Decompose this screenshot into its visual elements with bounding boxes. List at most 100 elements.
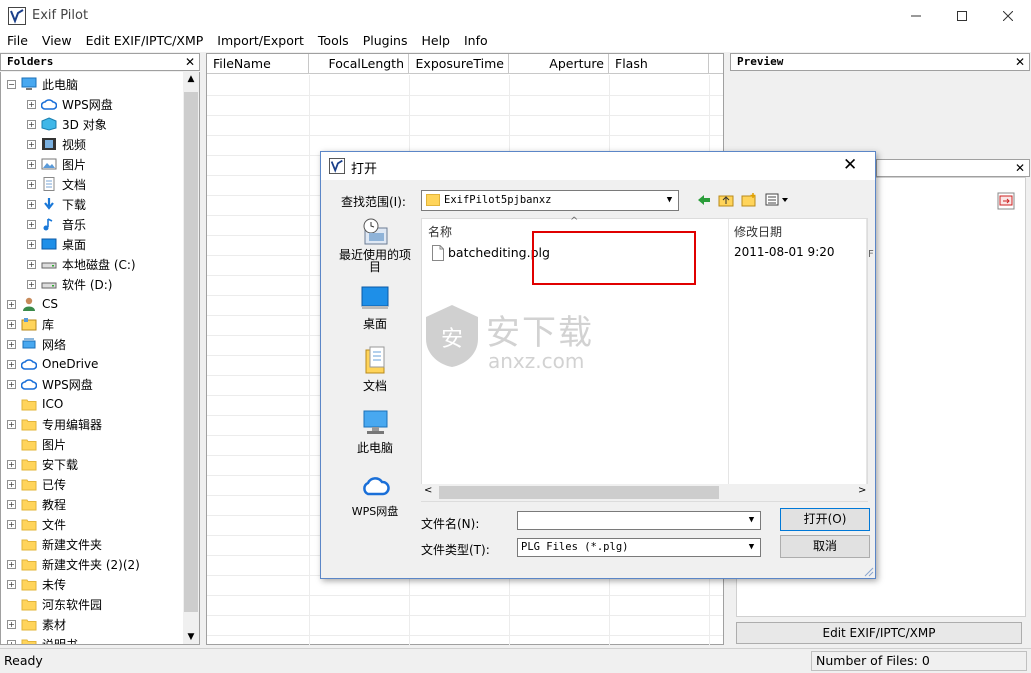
expand-icon[interactable]: + [7, 579, 16, 589]
tree-item[interactable]: + 已传 [7, 474, 66, 494]
column-exposuretime[interactable]: ExposureTime [409, 54, 509, 74]
column-aperture[interactable]: Aperture [509, 54, 609, 74]
preview-close-icon[interactable]: ✕ [1015, 54, 1025, 70]
edit-exif-button[interactable]: Edit EXIF/IPTC/XMP [736, 622, 1022, 644]
tree-item[interactable]: + 素材 [7, 614, 66, 634]
menu-plugins[interactable]: Plugins [356, 32, 415, 52]
tree-item[interactable]: + 文件 [7, 514, 66, 534]
dialog-close-icon[interactable]: ✕ [843, 155, 857, 175]
tree-item[interactable]: + 教程 [7, 494, 66, 514]
menu-view[interactable]: View [35, 32, 79, 52]
menu-edit-exif[interactable]: Edit EXIF/IPTC/XMP [79, 32, 211, 52]
look-in-dropdown[interactable]: ExifPilot5pjbanxz ▼ [421, 190, 679, 211]
chevron-down-icon[interactable]: ▼ [743, 539, 760, 556]
new-folder-icon[interactable] [741, 192, 757, 207]
menu-info[interactable]: Info [457, 32, 495, 52]
filetype-select[interactable]: PLG Files (*.plg) ▼ [517, 538, 761, 557]
filename-input[interactable]: ▼ [517, 511, 761, 530]
place-wps[interactable]: WPS网盘 [329, 472, 421, 519]
expand-icon[interactable]: + [7, 379, 16, 389]
tree-item[interactable]: + 文档 [27, 174, 86, 194]
chevron-down-icon[interactable]: ▼ [661, 191, 678, 210]
expand-icon[interactable]: + [27, 119, 36, 129]
menu-file[interactable]: File [0, 32, 35, 52]
tree-item[interactable]: + 下载 [27, 194, 86, 214]
tree-item[interactable]: + 图片 [27, 154, 86, 174]
tree-item[interactable]: + 新建文件夹 (2)(2) [7, 554, 140, 574]
scroll-down-icon[interactable]: ▼ [183, 630, 199, 644]
expand-icon[interactable]: + [7, 639, 16, 644]
folders-pane-close-icon[interactable]: ✕ [185, 54, 195, 70]
menu-help[interactable]: Help [414, 32, 457, 52]
tree-item[interactable]: + 本地磁盘 (C:) [27, 254, 136, 274]
menu-import-export[interactable]: Import/Export [210, 32, 311, 52]
column-flash[interactable]: Flash [609, 54, 709, 74]
expand-icon[interactable]: + [27, 179, 36, 189]
expand-icon[interactable]: + [7, 479, 16, 489]
scroll-up-icon[interactable]: ▲ [183, 72, 199, 86]
dialog-hscroll-thumb[interactable] [439, 486, 719, 499]
tag-pane-close-icon[interactable]: ✕ [1015, 160, 1025, 176]
tree-item[interactable]: 河东软件园 [7, 594, 102, 614]
column-focallength[interactable]: FocalLength [309, 54, 409, 74]
expand-icon[interactable]: + [7, 499, 16, 509]
tree-item[interactable]: + 视频 [27, 134, 86, 154]
expand-icon[interactable]: + [27, 219, 36, 229]
tree-item[interactable]: ICO [7, 394, 63, 414]
cancel-button[interactable]: 取消 [780, 535, 870, 558]
column-filename[interactable]: FileName [207, 54, 309, 74]
expand-icon[interactable]: + [7, 339, 16, 349]
expand-icon[interactable]: + [7, 519, 16, 529]
tree-item[interactable]: + 未传 [7, 574, 66, 594]
tree-item[interactable]: + 桌面 [27, 234, 86, 254]
folder-tree[interactable]: − 此电脑 + WPS网盘 +3D 对象 + 视频 + 图片 + 文档 + 下载 + 音乐 + 桌面 + 本地磁盘 … [0, 72, 200, 645]
view-menu-icon[interactable] [765, 193, 793, 207]
up-folder-icon[interactable] [718, 192, 734, 207]
menu-tools[interactable]: Tools [311, 32, 356, 52]
dialog-file-list[interactable]: ^ 名称 修改日期 batchediting.plg 2011-08-01 9:… [421, 216, 874, 502]
tree-item[interactable]: + WPS网盘 [7, 374, 93, 394]
expand-icon[interactable]: + [7, 559, 16, 569]
collapse-icon[interactable]: − [7, 79, 16, 89]
expand-icon[interactable]: + [7, 319, 16, 329]
close-button[interactable] [985, 0, 1031, 32]
column-name[interactable]: 名称 [428, 223, 452, 240]
tree-item[interactable]: + 安下载 [7, 454, 78, 474]
folder-tree-scroll-thumb[interactable] [184, 92, 198, 612]
place-desktop[interactable]: 桌面 [329, 284, 421, 332]
tree-item[interactable]: 新建文件夹 [7, 534, 102, 554]
tree-item[interactable]: + 网络 [7, 334, 66, 354]
resize-grip-icon[interactable] [862, 565, 874, 577]
tree-item[interactable]: + 库 [7, 314, 54, 334]
place-recent[interactable]: 最近使用的项目 [329, 218, 421, 274]
expand-icon[interactable]: + [27, 199, 36, 209]
expand-icon[interactable]: + [27, 159, 36, 169]
place-documents[interactable]: 文档 [329, 346, 421, 394]
expand-icon[interactable]: + [7, 619, 16, 629]
tree-item[interactable]: 图片 [7, 434, 66, 454]
minimize-button[interactable] [893, 0, 939, 32]
tree-item[interactable]: + 说明书 [7, 634, 78, 644]
scroll-left-icon[interactable]: < [424, 485, 432, 496]
expand-icon[interactable]: + [7, 359, 16, 369]
export-icon[interactable] [997, 192, 1015, 210]
column-date[interactable]: 修改日期 [734, 223, 782, 240]
tree-item[interactable]: + OneDrive [7, 354, 98, 374]
expand-icon[interactable]: + [27, 139, 36, 149]
scroll-right-icon[interactable]: > [858, 485, 866, 496]
back-icon[interactable] [697, 194, 711, 206]
expand-icon[interactable]: + [27, 99, 36, 109]
expand-icon[interactable]: + [27, 259, 36, 269]
tree-item[interactable]: +3D 对象 [27, 114, 107, 134]
tree-item[interactable]: + 音乐 [27, 214, 86, 234]
expand-icon[interactable]: + [27, 279, 36, 289]
expand-icon[interactable]: + [7, 459, 16, 469]
tree-item[interactable]: + WPS网盘 [27, 94, 113, 114]
expand-icon[interactable]: + [7, 419, 16, 429]
tree-item[interactable]: + 软件 (D:) [27, 274, 112, 294]
expand-icon[interactable]: + [27, 239, 36, 249]
maximize-button[interactable] [939, 0, 985, 32]
tree-item[interactable]: − 此电脑 [7, 74, 78, 94]
tree-item[interactable]: + CS [7, 294, 58, 314]
chevron-down-icon[interactable]: ▼ [743, 512, 760, 529]
